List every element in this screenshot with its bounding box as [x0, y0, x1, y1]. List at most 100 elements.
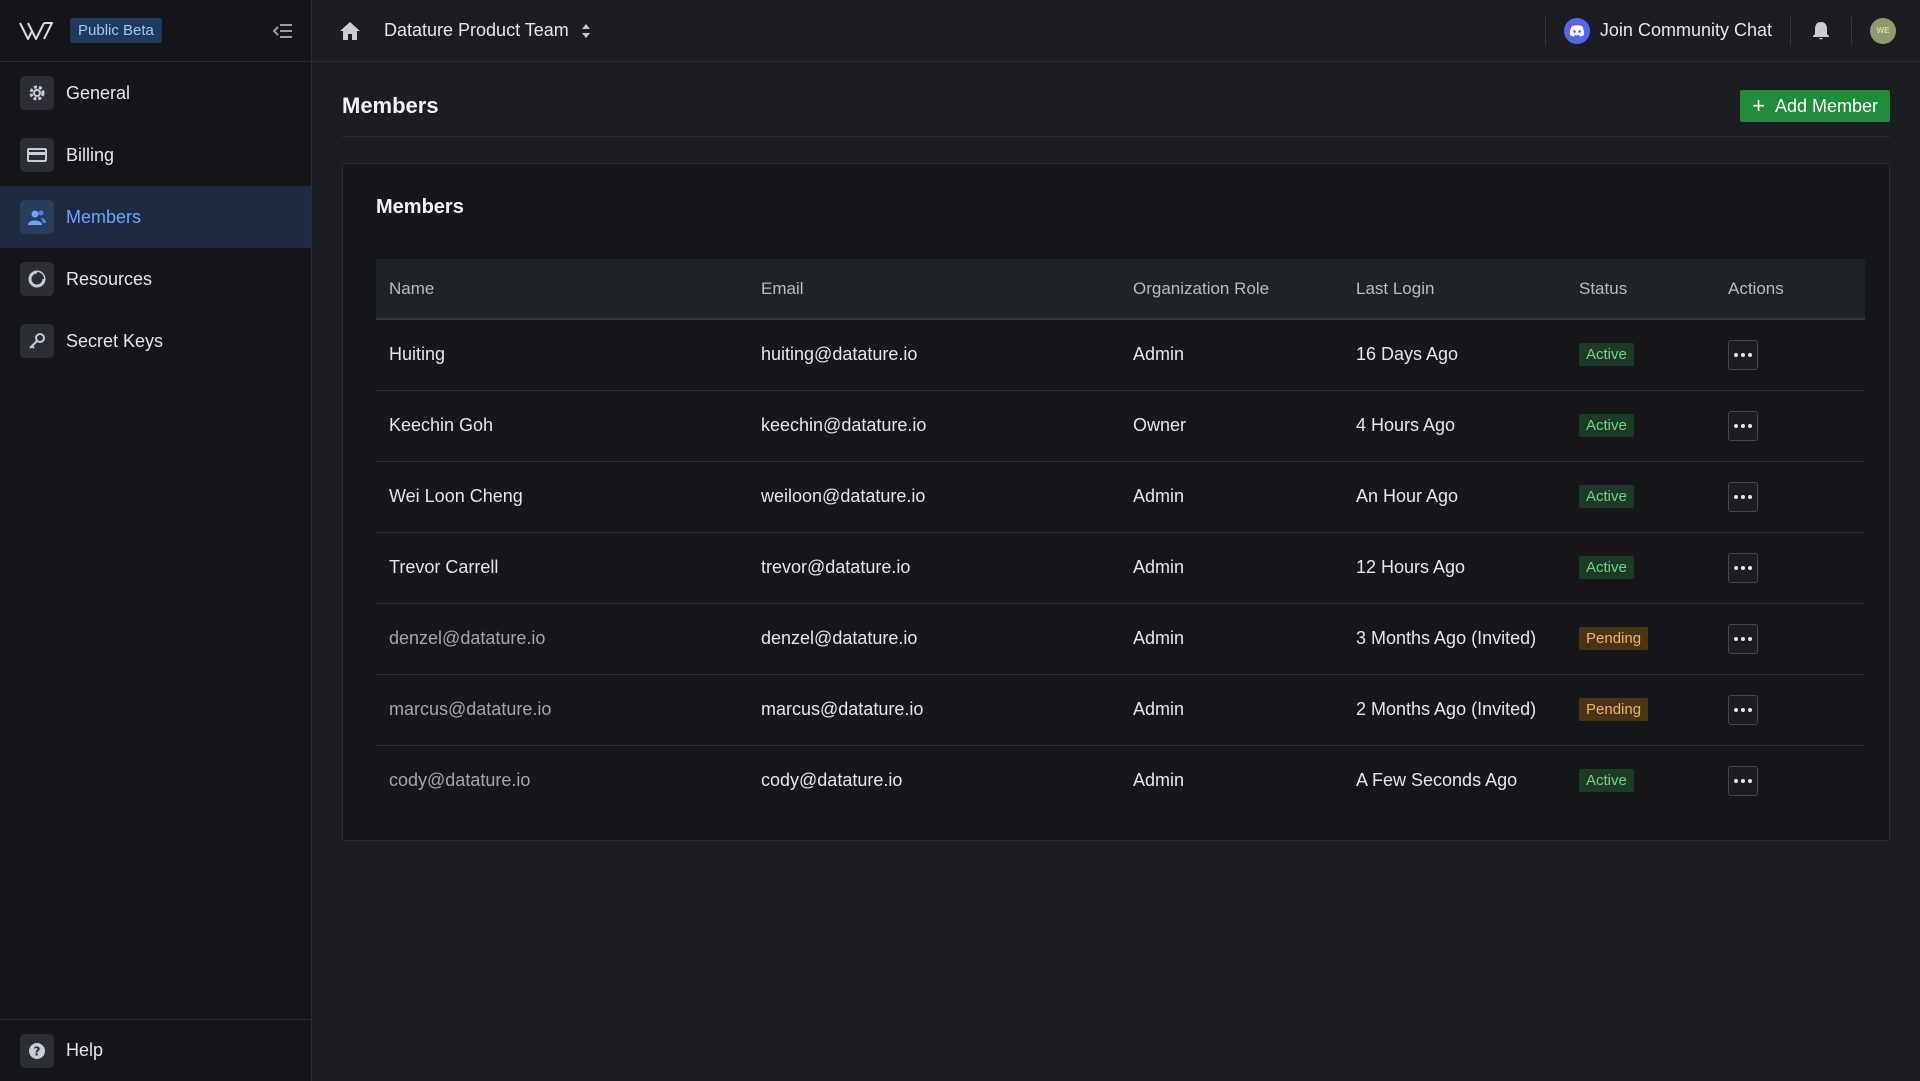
- top-bar: Datature Product Team Join Community Cha…: [312, 0, 1920, 62]
- member-role: Admin: [1120, 461, 1343, 533]
- member-last-login: 16 Days Ago: [1343, 319, 1566, 391]
- notifications-button[interactable]: [1809, 19, 1833, 43]
- ellipsis-icon: [1748, 494, 1752, 499]
- ellipsis-icon: [1734, 423, 1738, 428]
- sidebar-item-label: Members: [66, 206, 142, 227]
- sidebar-item-label: Secret Keys: [66, 330, 164, 351]
- team-selector[interactable]: Datature Product Team: [384, 20, 591, 41]
- table-row: Trevor Carrell trevor@datature.io Admin …: [376, 532, 1865, 604]
- sidebar-item-billing[interactable]: Billing: [0, 124, 311, 186]
- add-member-label: Add Member: [1774, 95, 1878, 116]
- card-title: Members: [376, 196, 464, 218]
- table-row: Keechin Goh keechin@datature.io Owner 4 …: [376, 390, 1865, 462]
- ellipsis-icon: [1748, 778, 1752, 783]
- member-email: marcus@datature.io: [748, 674, 1120, 746]
- member-name: Huiting: [376, 319, 748, 391]
- table-body: Huiting huiting@datature.io Admin 16 Day…: [376, 319, 1865, 816]
- datature-logo-icon[interactable]: [18, 20, 54, 42]
- member-last-login: 3 Months Ago (Invited): [1343, 603, 1566, 675]
- member-role: Admin: [1120, 532, 1343, 604]
- topbar-actions: Join Community Chat WE: [1527, 0, 1896, 61]
- table-row: Huiting huiting@datature.io Admin 16 Day…: [376, 319, 1865, 391]
- sidebar-item-secret-keys[interactable]: Secret Keys: [0, 310, 311, 372]
- column-header-email[interactable]: Email: [748, 259, 1120, 320]
- divider: [1851, 16, 1852, 45]
- actions-cell: [1715, 603, 1865, 675]
- collapse-sidebar-button[interactable]: [271, 19, 295, 43]
- community-label: Join Community Chat: [1599, 20, 1772, 40]
- ellipsis-icon: [1734, 565, 1738, 570]
- ellipsis-icon: [1748, 565, 1752, 570]
- member-email: keechin@datature.io: [748, 390, 1120, 462]
- member-last-login: 12 Hours Ago: [1343, 532, 1566, 604]
- ellipsis-icon: [1748, 707, 1752, 712]
- ellipsis-icon: [1734, 636, 1738, 641]
- home-icon: [340, 21, 360, 40]
- ellipsis-icon: [1734, 352, 1738, 357]
- actions-cell: [1715, 532, 1865, 604]
- members-card: Members Name Email Organization Role Las…: [342, 163, 1890, 841]
- discord-icon: [1563, 17, 1590, 44]
- table-row: Wei Loon Cheng weiloon@datature.io Admin…: [376, 461, 1865, 533]
- status-cell: Active: [1566, 461, 1715, 533]
- add-member-button[interactable]: + Add Member: [1740, 90, 1890, 122]
- ellipsis-icon: [1741, 778, 1745, 783]
- member-last-login: 4 Hours Ago: [1343, 390, 1566, 462]
- ellipsis-icon: [1748, 352, 1752, 357]
- gear-icon: [20, 76, 54, 110]
- status-badge: Active: [1579, 414, 1634, 437]
- table-row: cody@datature.io cody@datature.io Admin …: [376, 745, 1865, 816]
- row-actions-button[interactable]: [1728, 339, 1758, 370]
- page-header: Members + Add Member: [342, 90, 1890, 137]
- column-header-last-login[interactable]: Last Login: [1343, 259, 1566, 320]
- member-email: huiting@datature.io: [748, 319, 1120, 391]
- sidebar-item-members[interactable]: Members: [0, 186, 311, 248]
- sidebar-item-help[interactable]: ? Help: [0, 1019, 311, 1081]
- column-header-name[interactable]: Name: [376, 259, 748, 320]
- member-role: Admin: [1120, 674, 1343, 746]
- ellipsis-icon: [1734, 707, 1738, 712]
- member-role: Admin: [1120, 319, 1343, 391]
- divider: [1544, 16, 1546, 45]
- public-beta-badge: Public Beta: [70, 18, 162, 43]
- column-header-role[interactable]: Organization Role: [1120, 259, 1343, 320]
- column-header-actions: Actions: [1715, 259, 1865, 320]
- members-page: Members + Add Member Members Name Email …: [312, 62, 1920, 841]
- member-name: marcus@datature.io: [376, 674, 748, 746]
- member-last-login: 2 Months Ago (Invited): [1343, 674, 1566, 746]
- ellipsis-icon: [1734, 494, 1738, 499]
- member-name: denzel@datature.io: [376, 603, 748, 675]
- status-cell: Pending: [1566, 674, 1715, 746]
- page-title: Members: [342, 93, 439, 118]
- member-email: denzel@datature.io: [748, 603, 1120, 675]
- sidebar-header: Public Beta: [0, 0, 311, 62]
- row-actions-button[interactable]: [1728, 552, 1758, 583]
- table-row: marcus@datature.io marcus@datature.io Ad…: [376, 674, 1865, 746]
- ellipsis-icon: [1741, 565, 1745, 570]
- row-actions-button[interactable]: [1728, 694, 1758, 725]
- sidebar-item-resources[interactable]: Resources: [0, 248, 311, 310]
- sort-updown-icon: [581, 23, 591, 39]
- member-name: cody@datature.io: [389, 770, 531, 791]
- sidebar-item-label: General: [66, 82, 131, 103]
- plus-icon: +: [1752, 93, 1765, 118]
- members-table: Name Email Organization Role Last Login …: [376, 259, 1865, 816]
- row-actions-button[interactable]: [1728, 623, 1758, 654]
- status-badge: Active: [1579, 485, 1634, 508]
- status-badge: Pending: [1579, 698, 1649, 721]
- status-badge: Pending: [1579, 627, 1649, 650]
- actions-cell: [1715, 461, 1865, 533]
- home-button[interactable]: [336, 17, 364, 45]
- table-header: Name Email Organization Role Last Login …: [376, 259, 1865, 320]
- divider: [1790, 16, 1791, 45]
- sidebar-item-general[interactable]: General: [0, 62, 311, 124]
- row-actions-button[interactable]: [1728, 481, 1758, 512]
- row-actions-button[interactable]: [1728, 410, 1758, 441]
- ellipsis-icon: [1741, 494, 1745, 499]
- column-header-status[interactable]: Status: [1566, 259, 1715, 320]
- table-row: denzel@datature.io denzel@datature.io Ad…: [376, 603, 1865, 675]
- user-avatar[interactable]: WE: [1870, 17, 1896, 44]
- join-community-chat-button[interactable]: Join Community Chat: [1563, 17, 1772, 44]
- ellipsis-icon: [1748, 636, 1752, 641]
- row-actions-button[interactable]: [1728, 765, 1758, 796]
